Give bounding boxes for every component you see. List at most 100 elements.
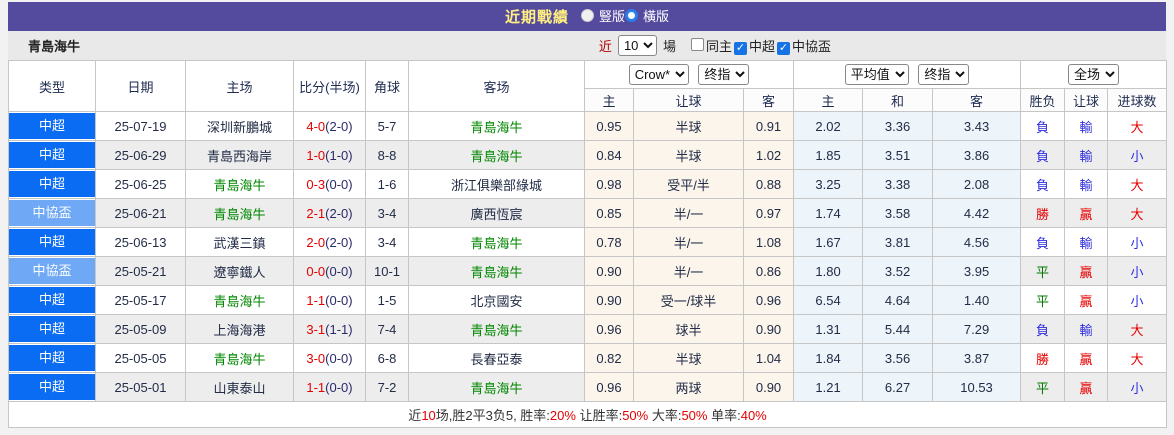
asian-away-odds: 1.02 (742, 140, 795, 170)
match-score: 0-0(0-0) (293, 256, 366, 286)
euro-draw-odds: 3.52 (862, 256, 934, 286)
recent-count-select[interactable]: 10 (617, 35, 657, 56)
summary-text: 场,胜2平3负5, 胜率: (435, 408, 550, 423)
result-outcome: 負 (1020, 111, 1066, 141)
euro-draw-odds: 3.58 (862, 198, 934, 228)
asian-stage-select[interactable]: 终指 (698, 64, 750, 85)
result-outcome: 平 (1020, 285, 1066, 315)
fulltime-score: 1-1 (306, 292, 326, 308)
away-team-name: 北京國安 (470, 293, 523, 309)
away-team: 北京國安 (408, 285, 585, 315)
euro-away-odds: 4.56 (932, 227, 1022, 257)
away-team-name: 青島海牛 (470, 380, 523, 396)
euro-company-select[interactable]: 平均值 (844, 64, 909, 85)
away-team: 青島海牛 (408, 314, 585, 344)
asian-away-odds: 1.08 (742, 227, 795, 257)
layout-option[interactable]: 橫版 (625, 6, 669, 25)
halftime-score: (0-0) (325, 292, 353, 308)
asian-away-odds: 0.90 (742, 314, 795, 344)
asian-away-odds: 0.97 (742, 198, 795, 228)
home-team: 遼寧鐵人 (185, 256, 294, 286)
corner-count: 6-8 (365, 343, 409, 373)
match-row: 中超 25-05-01 山東泰山 1-1(0-0) 7-2 青島海牛 0.96 两球 0.90 1… (8, 372, 1168, 402)
match-type-badge: 中超 (9, 287, 95, 313)
result-goals: 小 (1107, 256, 1168, 286)
radio-checked-icon[interactable] (625, 9, 638, 22)
asian-home-odds: 0.90 (584, 256, 634, 286)
result-outcome: 負 (1020, 314, 1066, 344)
halftime-score: (2-0) (325, 118, 353, 134)
col-header-away: 客场 (408, 60, 585, 112)
halftime-score: (1-1) (325, 321, 353, 337)
asian-home-odds: 0.85 (584, 198, 634, 228)
euro-stage-select[interactable]: 终指 (918, 64, 970, 85)
match-row: 中超 25-05-09 上海海港 3-1(1-1) 7-4 青島海牛 0.96 球半 0.90 1… (8, 314, 1168, 344)
home-team-name: 青島海牛 (213, 351, 266, 367)
asian-away-odds: 0.91 (742, 111, 795, 141)
team-name: 青島海牛 (28, 39, 81, 54)
subcol-asian-handicap: 让球 (633, 88, 744, 112)
euro-draw-odds: 4.64 (862, 285, 934, 315)
result-handicap: 贏 (1064, 343, 1109, 373)
match-type-badge: 中超 (9, 142, 95, 168)
match-date: 25-06-25 (95, 169, 186, 199)
filter-label: 中協盃 (791, 39, 831, 54)
home-team: 武漢三鎮 (185, 227, 294, 257)
asian-away-odds: 1.04 (742, 343, 795, 373)
away-team-name: 長春亞泰 (470, 351, 523, 367)
radio-unchecked-icon[interactable] (580, 9, 594, 22)
match-date: 25-05-17 (95, 285, 186, 315)
checkbox-unchecked-icon[interactable] (690, 38, 704, 51)
match-type-badge: 中超 (9, 229, 95, 255)
euro-home-odds: 1.21 (793, 372, 864, 402)
home-team: 上海海港 (185, 314, 294, 344)
away-team: 青島海牛 (408, 372, 585, 402)
euro-away-odds: 10.53 (932, 372, 1022, 402)
away-team: 青島海牛 (408, 111, 585, 141)
fulltime-score: 1-1 (306, 379, 326, 395)
subcol-result-goals: 进球数 (1107, 88, 1168, 112)
match-score: 2-1(2-0) (293, 198, 366, 228)
fulltime-score: 2-1 (306, 205, 326, 221)
result-scope-select[interactable]: 全场 (1068, 64, 1120, 85)
away-team-name: 浙江俱樂部綠城 (450, 177, 542, 193)
euro-draw-odds: 3.51 (862, 140, 934, 170)
match-type-badge: 中超 (9, 171, 95, 197)
col-header-type: 类型 (8, 60, 96, 112)
layout-option-label: 橫版 (643, 9, 670, 24)
match-score: 1-1(0-0) (293, 285, 366, 315)
match-date: 25-05-01 (95, 372, 186, 402)
asian-company-select[interactable]: Crow* (628, 64, 689, 85)
checkbox-checked-icon[interactable]: ✓ (733, 42, 747, 55)
col-header-score: 比分(半场) (293, 60, 366, 112)
checkbox-checked-icon[interactable]: ✓ (776, 42, 790, 55)
match-type-cell: 中超 (8, 227, 96, 257)
result-outcome: 勝 (1020, 343, 1066, 373)
match-row: 中超 25-06-25 青島海牛 0-3(0-0) 1-6 浙江俱樂部綠城 0.98 受平/半… (8, 169, 1168, 199)
asian-home-odds: 0.78 (584, 227, 634, 257)
away-team: 青島海牛 (408, 227, 585, 257)
subcol-asian-home: 主 (584, 88, 634, 112)
home-team-name: 青島海牛 (213, 206, 266, 222)
page: 近期戰績 豎版橫版 青島海牛 近 10 場 同主✓中超✓中協盃 类型 (0, 0, 1174, 435)
corner-count: 7-2 (365, 372, 409, 402)
asian-away-odds: 0.86 (742, 256, 795, 286)
result-handicap: 輸 (1064, 111, 1109, 141)
halftime-score: (0-0) (325, 263, 353, 279)
euro-draw-odds: 3.56 (862, 343, 934, 373)
summary-stat-value: 10 (421, 408, 436, 423)
match-type-badge: 中協盃 (9, 200, 95, 226)
asian-away-odds: 0.88 (742, 169, 795, 199)
home-team: 青島西海岸 (185, 140, 294, 170)
corner-count: 5-7 (365, 111, 409, 141)
euro-away-odds: 7.29 (932, 314, 1022, 344)
asian-home-odds: 0.84 (584, 140, 634, 170)
corner-count: 3-4 (365, 198, 409, 228)
euro-away-odds: 3.43 (932, 111, 1022, 141)
result-outcome: 負 (1020, 227, 1066, 257)
result-outcome: 負 (1020, 140, 1066, 170)
layout-option[interactable]: 豎版 (580, 6, 625, 25)
match-date: 25-07-19 (95, 111, 186, 141)
match-type-cell: 中超 (8, 140, 96, 170)
handicap-line: 半/一 (633, 198, 744, 228)
